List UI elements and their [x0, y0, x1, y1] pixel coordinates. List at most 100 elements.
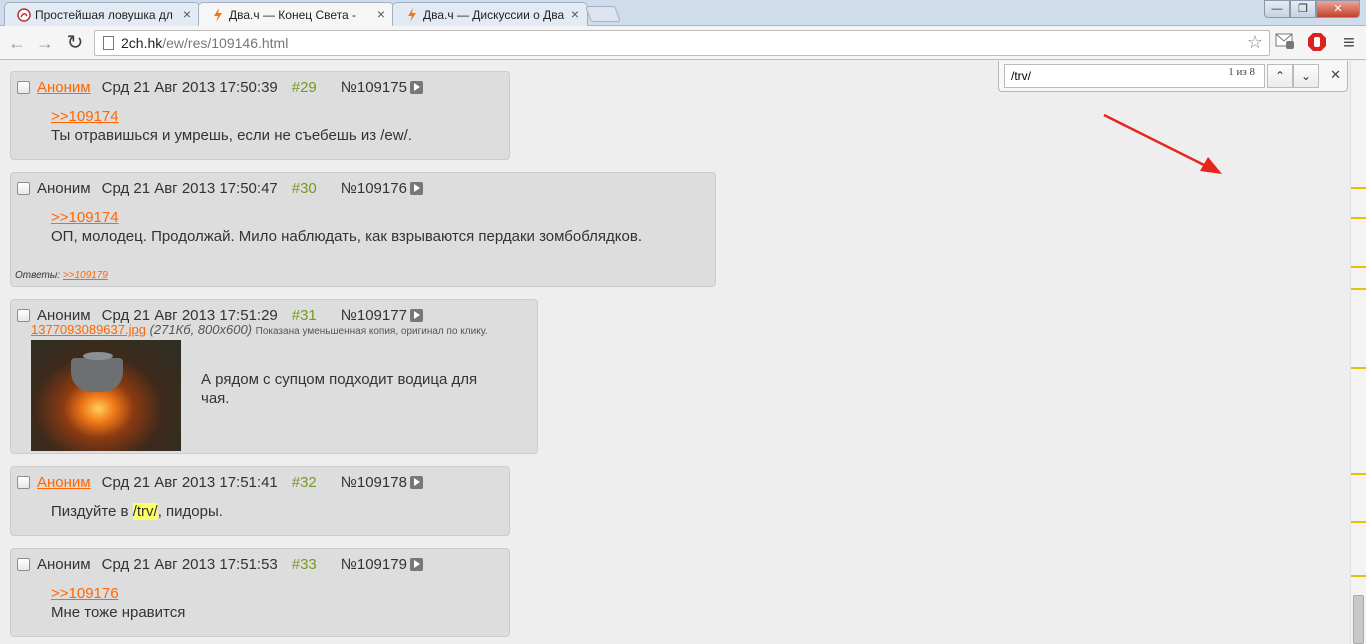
post-id[interactable]: №109175 [341, 79, 407, 96]
vertical-scrollbar[interactable] [1350, 61, 1366, 644]
bookmark-star-icon[interactable]: ☆ [1247, 32, 1263, 53]
post-ordinal: #33 [291, 555, 317, 573]
poster-name-link[interactable]: Аноним [37, 474, 91, 491]
poster-name: Аноним [37, 179, 91, 197]
post-text-after: , пидоры. [157, 503, 223, 520]
tab-3-title: Два.ч — Дискуссии о Два [423, 8, 565, 22]
reload-icon[interactable]: ↻ [64, 32, 86, 54]
post-checkbox[interactable] [17, 80, 30, 94]
new-tab-button[interactable] [585, 6, 621, 22]
post: Аноним Срд 21 Авг 2013 17:51:41 #32 №109… [10, 466, 510, 536]
maximize-button[interactable]: ❐ [1290, 0, 1316, 18]
post-text-line: А рядом с супцом подходит водица для [201, 371, 478, 388]
site-favicon-icon [17, 8, 31, 22]
tab-1[interactable]: Простейшая ловушка дл × [4, 2, 200, 26]
post-checkbox[interactable] [17, 308, 30, 322]
find-match-marker [1351, 266, 1366, 268]
find-next-button[interactable]: ⌄ [1293, 64, 1319, 88]
post-ordinal: #31 [291, 306, 317, 324]
poster-name: Аноним [37, 555, 91, 573]
post-body: >>109176 Мне тоже нравится [51, 585, 185, 621]
expand-arrow-icon[interactable] [409, 80, 423, 94]
find-input[interactable]: /trv/ [1004, 64, 1265, 88]
replies-link[interactable]: >>109179 [63, 270, 108, 281]
expand-arrow-icon[interactable] [409, 475, 423, 489]
browser-toolbar: ← → ↻ 2ch.hk/ew/res/109146.html ☆ ≡ [0, 26, 1366, 60]
annotation-arrow-icon [1103, 113, 1222, 174]
post-text: А рядом с супцом подходит водица для чая… [201, 370, 477, 408]
post-header: Аноним Срд 21 Авг 2013 17:50:47 #30 №109… [17, 178, 423, 198]
find-match-marker [1351, 217, 1366, 219]
page-icon [103, 36, 114, 50]
post-date: Срд 21 Авг 2013 17:51:53 [101, 555, 278, 573]
post-id[interactable]: №109177 [341, 307, 407, 324]
post: Аноним Срд 21 Авг 2013 17:51:29 #31 №109… [10, 299, 538, 454]
post-text: Ты отравишься и умрешь, если не съебешь … [51, 127, 412, 144]
reply-link[interactable]: >>109174 [51, 108, 412, 125]
post-id[interactable]: №109176 [341, 180, 407, 197]
tab-2-title: Два.ч — Конец Света - [229, 8, 357, 22]
file-note: Показана уменьшенная копия, оригинал по … [255, 326, 488, 337]
lightning-favicon-icon [214, 8, 222, 22]
post-text-before: Пиздуйте в [51, 503, 133, 520]
board-link-highlight[interactable]: /trv/ [132, 503, 158, 520]
thread-content: Аноним Срд 21 Авг 2013 17:50:39 #29 №109… [0, 61, 1350, 644]
tab-3-close-icon[interactable]: × [571, 6, 579, 22]
post-header: Аноним Срд 21 Авг 2013 17:50:39 #29 №109… [17, 77, 423, 97]
file-name-link[interactable]: 1377093089637.jpg [31, 322, 146, 337]
post-replies: Ответы: >>109179 [15, 270, 108, 281]
forward-arrow-icon[interactable]: → [34, 32, 56, 54]
window-controls: — ❐ ✕ [1264, 0, 1360, 18]
post-text: Пиздуйте в /trv/, пидоры. [51, 503, 223, 520]
reply-link[interactable]: >>109174 [51, 209, 642, 226]
post-ordinal: #29 [291, 78, 317, 96]
poster-name: Аноним [37, 306, 91, 324]
post-date: Срд 21 Авг 2013 17:50:47 [101, 179, 278, 197]
expand-arrow-icon[interactable] [409, 557, 423, 571]
find-previous-button[interactable]: ⌃ [1267, 64, 1293, 88]
address-bar[interactable]: 2ch.hk/ew/res/109146.html ☆ [94, 30, 1270, 56]
post-id[interactable]: №109178 [341, 474, 407, 491]
expand-arrow-icon[interactable] [409, 181, 423, 195]
replies-label: Ответы: [15, 270, 61, 281]
post-ordinal: #32 [291, 473, 317, 491]
url-domain: 2ch.hk [121, 35, 163, 51]
tab-1-close-icon[interactable]: × [183, 6, 191, 22]
post-text: ОП, молодец. Продолжай. Мило наблюдать, … [51, 228, 642, 245]
find-match-count: 1 из 8 [1228, 66, 1255, 78]
menu-icon[interactable]: ≡ [1338, 32, 1360, 54]
post-checkbox[interactable] [17, 557, 30, 571]
adblock-extension-icon[interactable] [1306, 32, 1328, 54]
file-info: 1377093089637.jpg (271Кб, 800x600) Показ… [31, 322, 487, 337]
file-meta: (271Кб, 800x600) [149, 322, 253, 337]
post-date: Срд 21 Авг 2013 17:51:29 [101, 306, 278, 324]
post-ordinal: #30 [291, 179, 317, 197]
back-arrow-icon[interactable]: ← [6, 32, 28, 54]
post-header: Аноним Срд 21 Авг 2013 17:51:41 #32 №109… [17, 472, 423, 492]
gmail-extension-icon[interactable] [1274, 32, 1296, 54]
url-path: /ew/res/109146.html [162, 35, 289, 51]
scrollbar-thumb[interactable] [1353, 595, 1364, 644]
post-date: Срд 21 Авг 2013 17:51:41 [101, 473, 278, 491]
reply-link[interactable]: >>109176 [51, 585, 185, 602]
post: Аноним Срд 21 Авг 2013 17:51:53 #33 №109… [10, 548, 510, 637]
post-header: Аноним Срд 21 Авг 2013 17:51:53 #33 №109… [17, 554, 423, 574]
find-close-icon[interactable]: ✕ [1330, 67, 1341, 83]
post-checkbox[interactable] [17, 181, 30, 195]
post-checkbox[interactable] [17, 475, 30, 489]
tab-2-close-icon[interactable]: × [377, 6, 385, 22]
tab-2[interactable]: Два.ч — Конец Света - × [198, 2, 394, 27]
find-match-marker [1351, 575, 1366, 577]
post-thumbnail-image[interactable] [31, 340, 181, 451]
find-match-marker [1351, 187, 1366, 189]
minimize-button[interactable]: — [1264, 0, 1290, 18]
tab-1-title: Простейшая ловушка дл [35, 8, 173, 22]
post-id[interactable]: №109179 [341, 556, 407, 573]
tab-strip: Простейшая ловушка дл × Два.ч — Конец Св… [0, 0, 1366, 27]
find-match-marker [1351, 473, 1366, 475]
close-window-button[interactable]: ✕ [1316, 0, 1360, 18]
post: Аноним Срд 21 Авг 2013 17:50:39 #29 №109… [10, 71, 510, 160]
poster-name-link[interactable]: Аноним [37, 79, 91, 96]
expand-arrow-icon[interactable] [409, 308, 423, 322]
tab-3[interactable]: Два.ч — Дискуссии о Два × [392, 2, 588, 26]
